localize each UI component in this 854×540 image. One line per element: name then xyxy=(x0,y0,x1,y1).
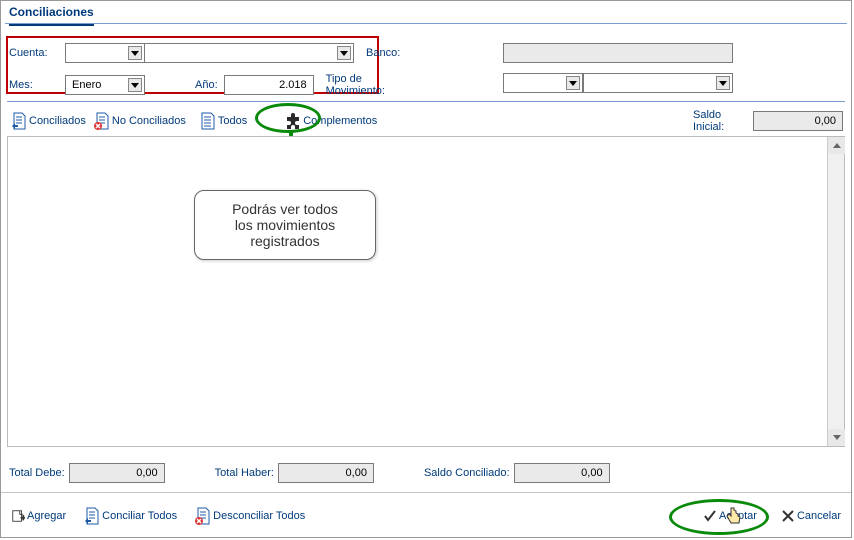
document-arrow-icon xyxy=(84,507,100,525)
aceptar-button[interactable]: Aceptar xyxy=(701,507,759,525)
tipo-label: Tipo de Movimiento: xyxy=(326,73,406,97)
mes-label: Mes: xyxy=(9,79,59,91)
window-container: Conciliaciones Cuenta: Banco: Mes: Enero… xyxy=(0,0,852,538)
document-x-icon xyxy=(195,507,211,525)
agregar-button[interactable]: Agregar xyxy=(9,507,68,525)
filter-row-1: Cuenta: Banco: xyxy=(9,43,406,63)
total-debe-label: Total Debe: xyxy=(9,467,65,479)
divider xyxy=(7,101,845,102)
puzzle-icon xyxy=(285,113,301,129)
cuenta-select-1[interactable] xyxy=(65,43,145,63)
scroll-down-icon[interactable] xyxy=(828,429,845,446)
footer-divider xyxy=(1,492,851,493)
totals-row: Total Debe: 0,00 Total Haber: 0,00 Saldo… xyxy=(9,463,843,483)
saldo-conciliado-label: Saldo Conciliado: xyxy=(424,467,510,479)
document-arrow-icon xyxy=(11,112,27,130)
x-icon xyxy=(781,509,795,523)
data-grid-area xyxy=(7,136,845,447)
scroll-up-icon[interactable] xyxy=(828,137,845,154)
footer-right-group: Aceptar Cancelar xyxy=(701,507,843,525)
saldo-inicial-label: Saldo Inicial: xyxy=(693,109,743,133)
no-conciliados-button[interactable]: No Conciliados xyxy=(92,110,188,132)
chevron-down-icon xyxy=(566,76,580,90)
conciliados-button[interactable]: Conciliados xyxy=(9,110,88,132)
total-haber-field: 0,00 xyxy=(278,463,374,483)
todos-button[interactable]: Todos xyxy=(198,110,249,132)
chevron-down-icon xyxy=(128,46,142,60)
tooltip-callout: Podrás ver todos los movimientos registr… xyxy=(194,190,376,260)
document-x-icon xyxy=(94,112,110,130)
vertical-scrollbar[interactable] xyxy=(827,137,844,446)
tipo-select-2[interactable] xyxy=(583,73,733,93)
total-haber-label: Total Haber: xyxy=(215,467,274,479)
cuenta-label: Cuenta: xyxy=(9,47,59,59)
ano-label: Año: xyxy=(195,79,218,91)
footer-toolbar: Agregar Conciliar Todos Desconciliar Tod… xyxy=(9,505,843,527)
banco-field xyxy=(503,43,733,63)
cuenta-select-2[interactable] xyxy=(144,43,354,63)
saldo-inicial-field: 0,00 xyxy=(753,111,843,131)
conciliar-todos-button[interactable]: Conciliar Todos xyxy=(82,505,179,527)
cancelar-button[interactable]: Cancelar xyxy=(779,507,843,525)
complementos-button[interactable]: Complementos xyxy=(283,111,379,131)
saldo-conciliado-field: 0,00 xyxy=(514,463,610,483)
header-divider xyxy=(5,23,847,24)
chevron-down-icon xyxy=(716,76,730,90)
banco-label: Banco: xyxy=(366,47,400,59)
check-icon xyxy=(703,509,717,523)
total-debe-field: 0,00 xyxy=(69,463,165,483)
toolbar: Conciliados No Conciliados Todos Complem… xyxy=(9,109,843,133)
add-icon xyxy=(11,509,25,523)
ano-field[interactable]: 2.018 xyxy=(224,75,314,95)
document-icon xyxy=(200,112,216,130)
desconciliar-todos-button[interactable]: Desconciliar Todos xyxy=(193,505,307,527)
mes-select[interactable]: Enero xyxy=(65,75,145,95)
filter-row-2: Mes: Enero Año: 2.018 Tipo de Movimiento… xyxy=(9,73,412,97)
tipo-select-1[interactable] xyxy=(503,73,583,93)
chevron-down-icon xyxy=(337,46,351,60)
chevron-down-icon xyxy=(128,78,142,92)
